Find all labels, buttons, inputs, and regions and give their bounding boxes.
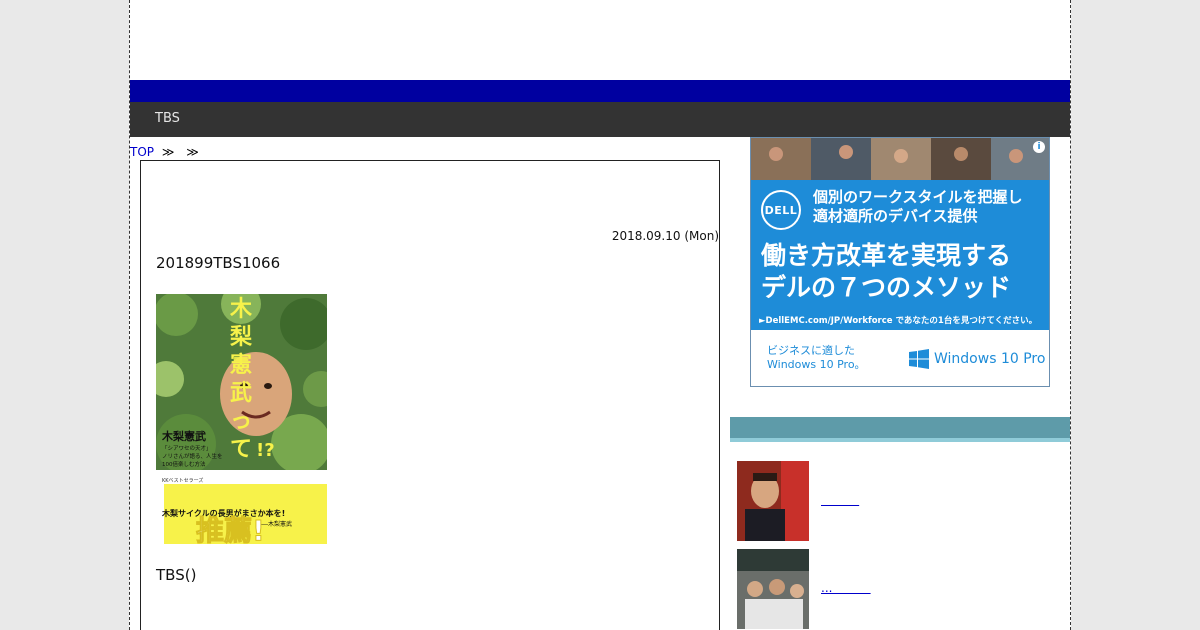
page-container: TBS TOP ≫ ≫ 2018.09.10 (Mon) 201899TBS10… [129, 0, 1071, 630]
sidebar-list-item [737, 461, 1067, 541]
ad-headline: 働き方改革を実現する デルの７つのメソッド [761, 240, 1046, 304]
article-body-text: TBS() [156, 566, 197, 584]
ad-info-icon[interactable]: i [1033, 141, 1045, 153]
ad-main-panel: DELL 個別のワークスタイルを把握し 適材適所のデバイス提供 働き方改革を実現… [751, 180, 1049, 330]
book-title-char: っ [230, 409, 252, 434]
book-author: 木梨憲武 [161, 429, 206, 443]
book-tagline: ノリさんが語る、人生を [162, 452, 223, 460]
dell-logo-icon: DELL [761, 190, 801, 230]
sidebar-thumbnail[interactable] [737, 549, 809, 629]
book-cover-art: 木 梨 憲 武 っ て !? 木梨憲武 「シアワセの天才」 ノリさんが語る、人生… [156, 294, 327, 546]
header-area [130, 0, 1070, 80]
ad-headline-line: 働き方改革を実現する [761, 241, 1012, 270]
breadcrumb-top-link[interactable]: TOP [130, 145, 154, 159]
global-nav: TBS [130, 102, 1070, 137]
sidebar-section-header [730, 417, 1070, 442]
article-title: 201899TBS1066 [156, 254, 281, 272]
breadcrumb-separator: ≫ [161, 145, 175, 159]
windows-logo-icon [909, 349, 929, 369]
dell-ad-banner[interactable]: i DELL 個別のワークスタイルを把握し 適材適所のデバイス提供 働き方改革を… [750, 137, 1050, 387]
ad-url-text: ►DellEMC.com/JP/Workforce であなたの1台を見つけてくだ… [759, 316, 1038, 326]
nav-item-tbs[interactable]: TBS [155, 111, 180, 126]
book-title-char: 梨 [230, 325, 252, 350]
ad-photo-strip [751, 138, 1049, 180]
sidebar-list-item: ... [737, 549, 1067, 629]
ad-subheadline: 個別のワークスタイルを把握し 適材適所のデバイス提供 [813, 188, 1043, 226]
book-publisher: KKベストセラーズ [162, 477, 203, 484]
article-date: 2018.09.10 (Mon) [611, 229, 719, 243]
book-tagline: 100倍楽しむ方法 [162, 460, 206, 468]
book-title-char: 武 [230, 381, 252, 406]
book-tagline: 「シアワセの天才」 [162, 444, 212, 452]
header-blue-bar [130, 80, 1070, 102]
book-title-char: て [230, 437, 252, 462]
sidebar-thumbnail[interactable] [737, 461, 809, 541]
sidebar-thumbnail-art [737, 461, 809, 541]
book-cover-image[interactable]: 木 梨 憲 武 っ て !? 木梨憲武 「シアワセの天才」 ノリさんが語る、人生… [156, 294, 327, 546]
book-title-char: !? [256, 440, 275, 461]
sidebar-thumbnail-art [737, 549, 809, 629]
breadcrumb-separator: ≫ [186, 145, 199, 159]
ad-headline-line: デルの７つのメソッド [761, 273, 1012, 302]
breadcrumb: TOP ≫ ≫ [130, 145, 203, 159]
sidebar-link[interactable] [821, 493, 859, 507]
ad-business-text: ビジネスに適した Windows 10 Pro。 [767, 344, 866, 372]
ad-business-line: Windows 10 Pro。 [767, 358, 866, 371]
windows-badge: Windows 10 Pro [909, 349, 1045, 369]
ad-subheadline-line: 個別のワークスタイルを把握し [813, 188, 1023, 206]
ad-photo-art [751, 138, 1049, 180]
windows-label: Windows 10 Pro [934, 351, 1046, 367]
sidebar-link[interactable]: ... [821, 581, 871, 595]
ad-subheadline-line: 適材適所のデバイス提供 [813, 207, 978, 225]
ad-footer: ビジネスに適した Windows 10 Pro。 Windows 10 Pro [751, 330, 1049, 386]
article-box: 2018.09.10 (Mon) 201899TBS1066 木 梨 憲 武 っ… [140, 160, 720, 630]
book-obi-big: 推薦! [196, 514, 265, 546]
ad-business-line: ビジネスに適した [767, 344, 855, 357]
book-title-char: 木 [229, 297, 253, 322]
book-title-char: 憲 [230, 352, 252, 378]
